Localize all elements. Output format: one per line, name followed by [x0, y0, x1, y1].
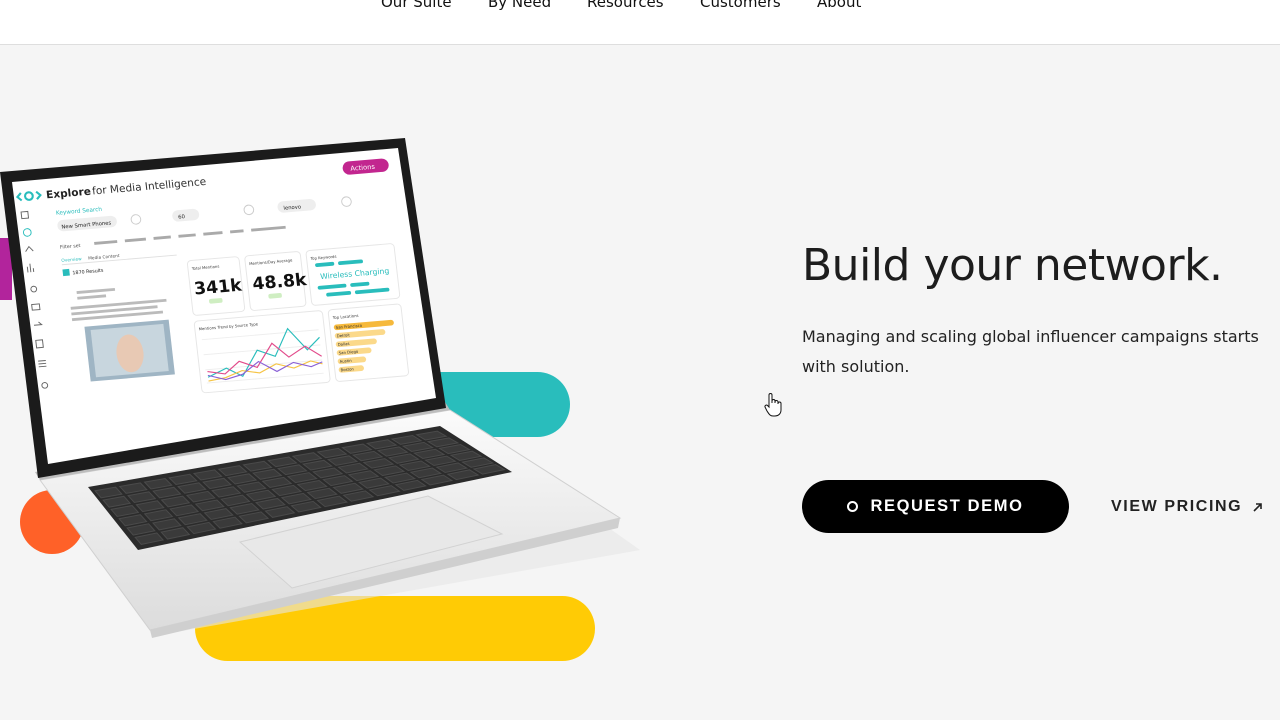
request-demo-label: REQUEST DEMO: [870, 497, 1024, 515]
arrow-up-right-icon: [1253, 503, 1263, 512]
location-label: Dallas: [337, 341, 349, 347]
top-navigation: Our Suite By Need Resources Customers Ab…: [0, 0, 1280, 45]
nav-item-by-need[interactable]: By Need: [488, 0, 551, 11]
request-demo-button[interactable]: REQUEST DEMO: [802, 480, 1069, 533]
nav-item-resources[interactable]: Resources: [587, 0, 664, 11]
view-pricing-link[interactable]: VIEW PRICING: [1111, 496, 1264, 518]
location-label: Austin: [339, 358, 352, 364]
circle-icon: [847, 501, 859, 512]
svg-text:60: 60: [178, 214, 185, 220]
nav-item-our-suite[interactable]: Our Suite: [381, 0, 452, 11]
hero-subtitle: Managing and scaling global influencer c…: [802, 327, 1259, 376]
nav-item-about[interactable]: About: [817, 0, 861, 11]
hero-title: Build your network.: [802, 240, 1223, 291]
hand-cursor-icon: [764, 393, 782, 417]
laptop-illustration: Explore for Media Intelligence Actions K…: [0, 138, 640, 638]
kpi-total-mentions: 341k: [193, 276, 243, 300]
view-pricing-label: VIEW PRICING: [1111, 498, 1243, 515]
nav-item-customers[interactable]: Customers: [700, 0, 781, 11]
